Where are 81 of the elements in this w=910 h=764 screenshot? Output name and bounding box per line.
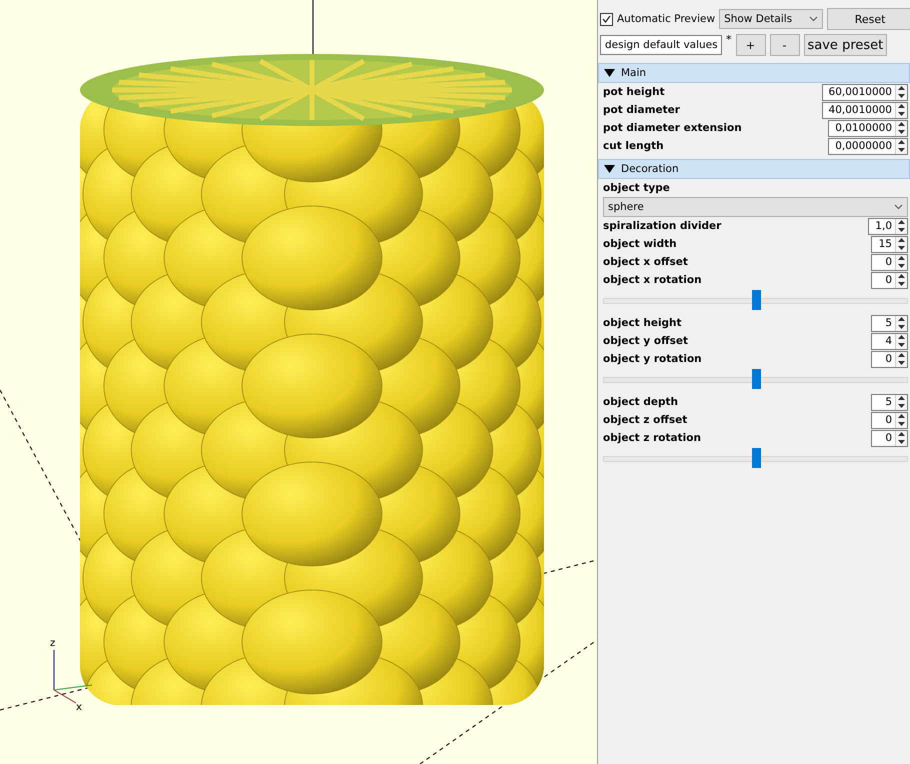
up-arrow-icon[interactable] — [898, 432, 905, 436]
up-arrow-icon[interactable] — [898, 317, 905, 322]
down-arrow-icon[interactable] — [898, 228, 905, 232]
automatic-preview-checkbox[interactable]: Automatic Preview — [600, 12, 716, 26]
number-spinbox[interactable]: 40,0010000 — [822, 102, 908, 118]
up-arrow-icon[interactable] — [898, 274, 905, 278]
number-spinbox[interactable]: 5 — [871, 394, 908, 410]
parameter-label: spiralization divider — [603, 220, 722, 232]
parameter-label: object x offset — [603, 256, 688, 268]
up-arrow-icon[interactable] — [898, 396, 905, 400]
details-dropdown[interactable]: Show Details — [719, 9, 824, 29]
object-type-dropdown[interactable]: sphere — [603, 197, 908, 217]
group-header[interactable]: Main — [598, 63, 910, 83]
parameter-label: object y rotation — [603, 353, 702, 365]
down-arrow-icon[interactable] — [898, 282, 905, 286]
parameter-label: object z offset — [603, 414, 688, 426]
parameter-label: object type — [603, 182, 670, 194]
down-arrow-icon[interactable] — [898, 246, 905, 250]
up-arrow-icon[interactable] — [898, 122, 905, 126]
up-arrow-icon[interactable] — [898, 86, 905, 90]
group-title: Main — [621, 67, 646, 79]
number-spinbox[interactable]: 0 — [871, 254, 908, 270]
parameter-label: pot diameter extension — [603, 122, 742, 134]
number-spinbox[interactable]: 0,0100000 — [828, 120, 908, 136]
group-header[interactable]: Decoration — [598, 159, 910, 179]
slider-thumb[interactable] — [752, 448, 760, 468]
slider-thumb[interactable] — [752, 290, 760, 310]
parameter-label: cut length — [603, 140, 664, 152]
checkmark-icon — [602, 15, 611, 23]
reset-button[interactable]: Reset — [827, 8, 910, 30]
down-arrow-icon[interactable] — [898, 264, 905, 268]
parameter-label: object depth — [603, 396, 678, 408]
number-spinbox[interactable]: 0 — [871, 412, 908, 428]
number-spinbox[interactable]: 0 — [871, 272, 908, 288]
number-spinbox[interactable]: 15 — [871, 236, 908, 252]
up-arrow-icon[interactable] — [898, 353, 905, 358]
number-spinbox[interactable]: 5 — [871, 314, 908, 332]
axis-label: x — [76, 702, 82, 713]
number-spinbox[interactable]: 1,0 — [868, 218, 908, 234]
slider-thumb[interactable] — [752, 369, 760, 389]
up-arrow-icon[interactable] — [898, 104, 905, 108]
preset-button[interactable]: - — [770, 34, 800, 56]
caret-icon — [809, 16, 818, 22]
preset-dropdown[interactable]: design default values — [600, 35, 722, 55]
down-arrow-icon[interactable] — [898, 360, 905, 365]
number-spinbox[interactable]: 0 — [871, 350, 908, 368]
down-arrow-icon[interactable] — [898, 342, 905, 347]
down-arrow-icon[interactable] — [898, 94, 905, 98]
parameter-label: object height — [603, 317, 682, 329]
number-spinbox[interactable]: 60,0010000 — [822, 84, 908, 100]
down-arrow-icon[interactable] — [898, 112, 905, 116]
parameter-label: object z rotation — [603, 432, 701, 444]
down-arrow-icon[interactable] — [898, 130, 905, 134]
3d-viewport[interactable]: z x — [0, 0, 597, 764]
up-arrow-icon[interactable] — [898, 238, 905, 242]
parameter-label: pot height — [603, 86, 665, 98]
parameter-label: object y offset — [603, 335, 688, 347]
number-spinbox[interactable]: 0 — [871, 430, 908, 446]
down-arrow-icon[interactable] — [898, 148, 905, 152]
up-arrow-icon[interactable] — [898, 256, 905, 260]
axis-label: z — [50, 638, 56, 649]
checkbox-label: Automatic Preview — [617, 13, 716, 25]
down-arrow-icon[interactable] — [898, 422, 905, 426]
up-arrow-icon[interactable] — [898, 335, 905, 340]
up-arrow-icon[interactable] — [898, 414, 905, 418]
down-arrow-icon[interactable] — [898, 324, 905, 329]
caret-icon — [894, 204, 903, 210]
number-spinbox[interactable]: 4 — [871, 332, 908, 350]
parameter-label: pot diameter — [603, 104, 680, 116]
up-arrow-icon[interactable] — [898, 220, 905, 224]
preset-button[interactable]: + — [736, 34, 766, 56]
down-arrow-icon[interactable] — [898, 404, 905, 408]
parameter-label: object width — [603, 238, 677, 250]
up-arrow-icon[interactable] — [898, 140, 905, 144]
save-preset-button[interactable]: save preset — [804, 34, 888, 56]
parameter-label: object x rotation — [603, 274, 702, 286]
group-title: Decoration — [621, 163, 679, 175]
down-arrow-icon[interactable] — [898, 440, 905, 444]
axis-indicator-drawing — [54, 650, 92, 704]
modified-marker: * — [726, 33, 732, 46]
number-spinbox[interactable]: 0,0000000 — [828, 138, 908, 154]
